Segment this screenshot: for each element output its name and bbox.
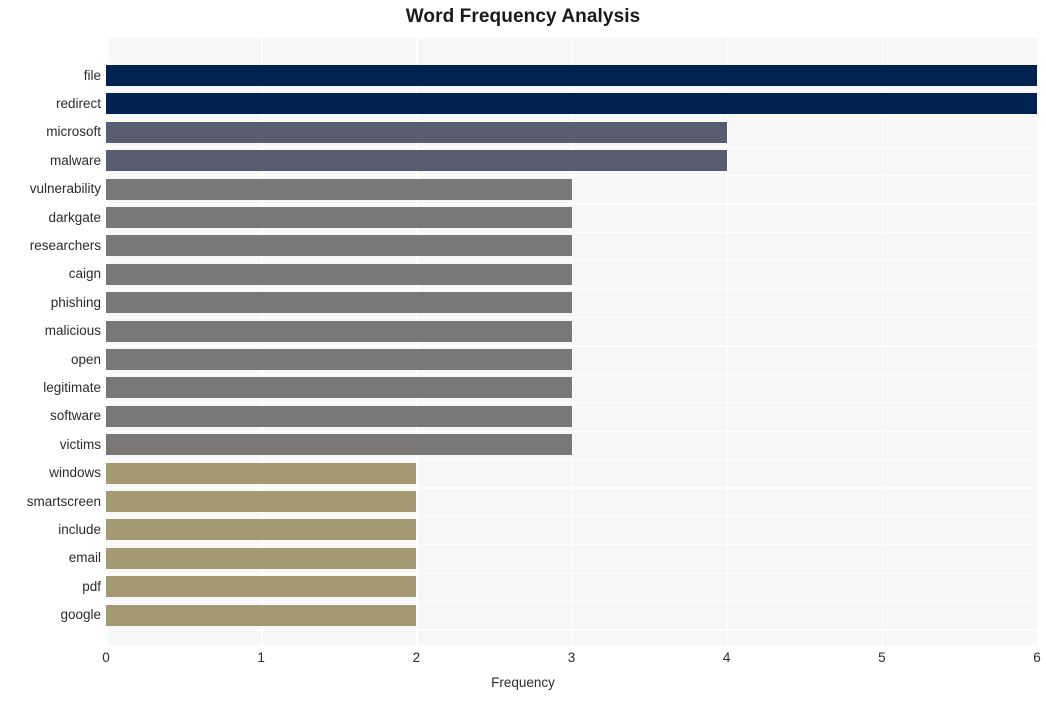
gridline-horizontal	[106, 515, 1037, 518]
gridline-horizontal	[106, 544, 1037, 546]
y-tick-label: pdf	[82, 578, 101, 594]
y-tick-label: darkgate	[48, 209, 101, 225]
y-tick-label: smartscreen	[26, 493, 101, 509]
chart-figure: Word Frequency Analysis file redirect micr…	[0, 0, 1046, 701]
y-tick-label: legitimate	[43, 379, 101, 395]
gridline-horizontal	[106, 430, 1037, 432]
gridline-horizontal	[106, 260, 1037, 262]
x-tick-label: 5	[878, 650, 886, 665]
gridline-horizontal	[106, 288, 1037, 290]
y-tick-label: include	[58, 521, 101, 537]
gridline-horizontal	[106, 572, 1037, 574]
bar	[106, 519, 417, 541]
x-axis-label: Frequency	[491, 675, 555, 690]
gridline-horizontal	[106, 600, 1037, 603]
y-tick-label: malicious	[44, 323, 101, 339]
gridline-horizontal	[106, 629, 1037, 631]
gridline-vertical	[881, 38, 884, 645]
bar	[106, 263, 572, 285]
bar	[106, 292, 572, 314]
y-tick-label: email	[68, 550, 101, 566]
gridline-horizontal	[106, 203, 1037, 205]
y-tick-label: researchers	[29, 237, 101, 253]
bar	[106, 377, 572, 399]
plot-area	[106, 38, 1037, 645]
gridline-horizontal	[106, 174, 1037, 177]
x-tick-label: 2	[412, 650, 421, 665]
gridline-horizontal	[106, 89, 1037, 92]
bar	[106, 320, 572, 342]
bar	[106, 434, 572, 456]
y-tick-label: software	[49, 408, 101, 424]
x-tick-label: 3	[567, 650, 576, 665]
bar	[106, 235, 572, 257]
bar	[106, 178, 572, 200]
gridline-horizontal	[106, 373, 1037, 376]
bar	[106, 207, 572, 228]
gridline-horizontal	[106, 458, 1037, 461]
bar	[106, 150, 727, 172]
x-tick-label: 6	[1033, 650, 1041, 665]
y-tick-label: vulnerability	[29, 181, 101, 197]
y-tick-label: file	[83, 67, 101, 83]
bar	[106, 349, 572, 370]
y-tick-label: google	[60, 607, 101, 623]
y-tick-label: victims	[59, 436, 101, 452]
bar	[106, 604, 417, 626]
y-tick-label: redirect	[55, 95, 101, 111]
bar	[106, 65, 1037, 86]
x-tick-label: 4	[722, 650, 731, 665]
x-tick-label: 1	[257, 650, 265, 665]
x-tick-label: 0	[102, 650, 110, 665]
gridline-horizontal	[106, 118, 1037, 120]
y-tick-label: malware	[49, 152, 101, 168]
y-tick-label: phishing	[50, 294, 101, 310]
bar	[106, 93, 1037, 115]
gridline-horizontal	[106, 316, 1037, 319]
bar	[106, 121, 727, 143]
bar	[106, 576, 417, 598]
gridline-horizontal	[106, 345, 1037, 347]
y-tick-label: open	[70, 351, 101, 367]
bar	[106, 547, 417, 569]
gridline-vertical	[726, 38, 729, 645]
y-tick-label: microsoft	[46, 124, 101, 140]
gridline-horizontal	[106, 231, 1037, 234]
gridline-horizontal	[106, 146, 1037, 148]
y-tick-label: windows	[49, 465, 101, 481]
y-tick-label: caign	[68, 266, 101, 282]
chart-title: Word Frequency Analysis	[405, 6, 641, 27]
gridline-horizontal	[106, 487, 1037, 489]
bar	[106, 405, 572, 427]
gridline-horizontal	[106, 402, 1037, 404]
bar	[106, 462, 417, 484]
bar	[106, 491, 417, 512]
